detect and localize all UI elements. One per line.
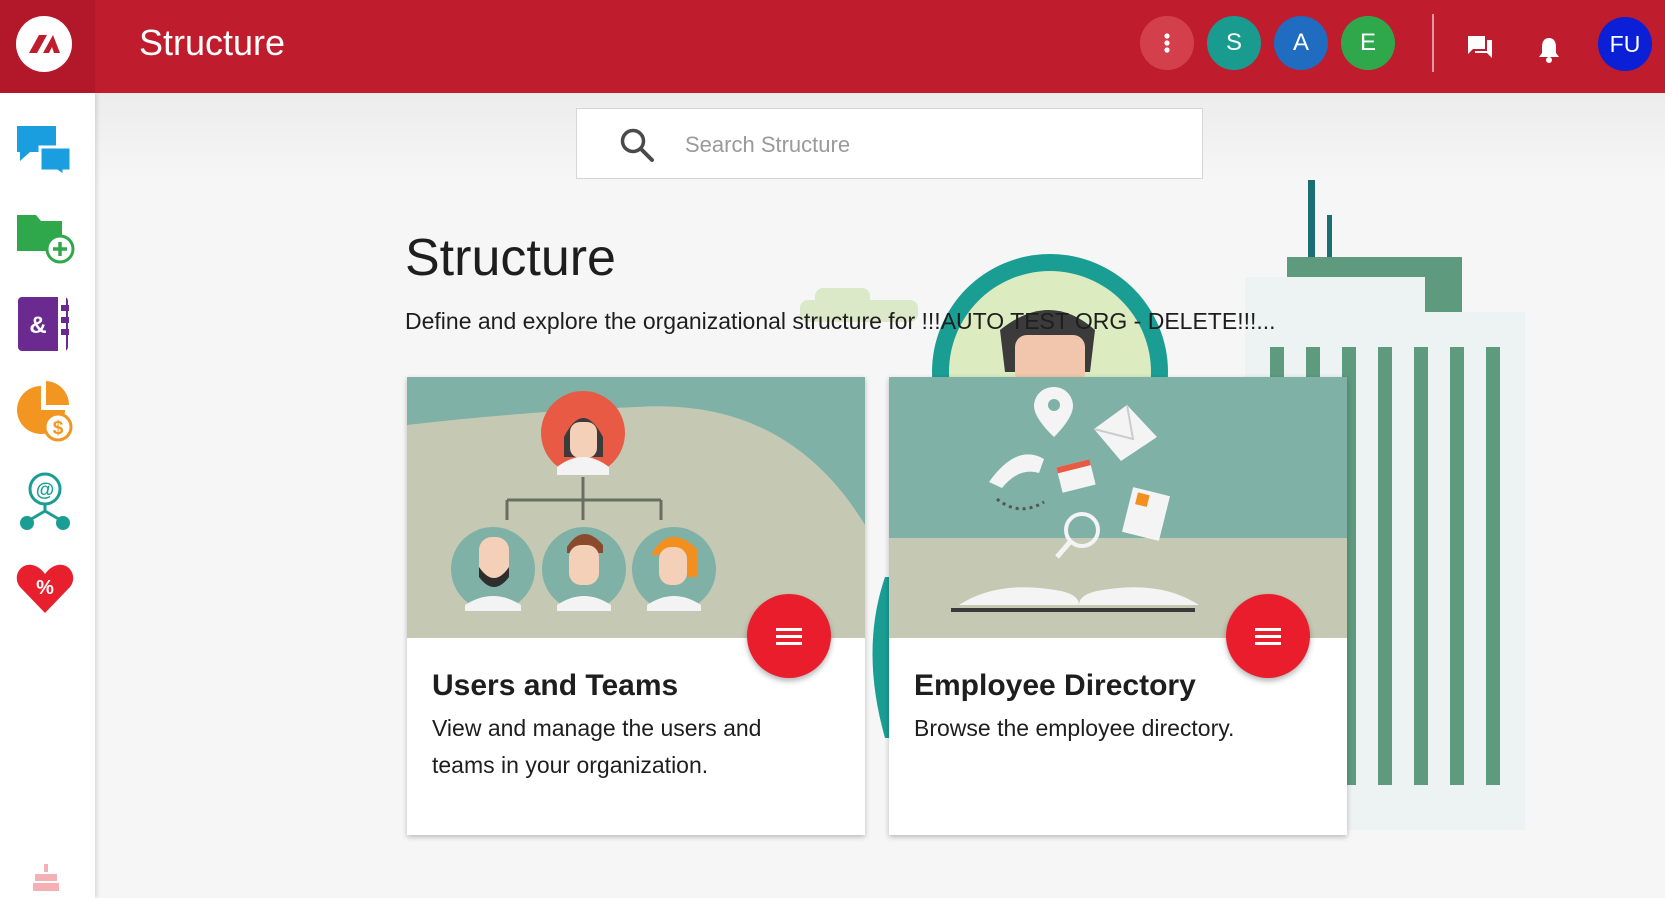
app-logo[interactable] (16, 16, 72, 72)
pie-dollar-icon: $ (17, 381, 73, 442)
sidebar-item-structure[interactable]: @ (14, 469, 76, 531)
page-title: Structure (139, 22, 286, 63)
cake-icon (33, 864, 59, 891)
folder-add-icon (17, 215, 75, 264)
messages-button[interactable] (1466, 34, 1494, 65)
card-description: Browse the employee directory. (914, 715, 1235, 741)
card-description: View and manage the users and teams in y… (432, 715, 762, 778)
chat-bubbles-icon (17, 126, 73, 179)
more-options-button[interactable] (1140, 16, 1194, 70)
card-title: Users and Teams (432, 669, 679, 702)
sidebar-item-benefits[interactable]: % (14, 557, 76, 619)
avatar-s[interactable]: S (1207, 16, 1261, 70)
menu-icon (776, 628, 802, 645)
menu-icon (1255, 628, 1281, 645)
sidebar-item-finance[interactable]: $ (14, 381, 76, 443)
header-divider (1432, 14, 1434, 72)
logo-area[interactable] (0, 0, 95, 93)
card-title: Employee Directory (914, 669, 1196, 702)
logo-mark-icon (29, 35, 60, 53)
sidebar-item-chat[interactable] (14, 116, 76, 179)
users-teams-menu-button[interactable] (747, 594, 831, 678)
svg-text:@: @ (36, 480, 55, 501)
employee-directory-menu-button[interactable] (1226, 594, 1310, 678)
svg-text:&: & (29, 312, 46, 339)
chat-icon (1468, 36, 1492, 58)
card-employee-directory[interactable]: Employee Directory Browse the employee d… (889, 377, 1347, 835)
section-subtitle: Define and explore the organizational st… (405, 308, 1276, 334)
more-vert-icon (1164, 33, 1170, 53)
svg-text:%: % (36, 577, 54, 599)
bell-icon (1539, 38, 1559, 63)
user-avatar[interactable]: FU (1598, 17, 1652, 71)
svg-text:$: $ (53, 418, 64, 439)
sidebar: & $ @ % (0, 93, 95, 898)
heart-percent-icon: % (16, 564, 74, 613)
search-input[interactable] (685, 127, 1165, 163)
network-at-icon: @ (20, 472, 70, 530)
sidebar-item-files[interactable] (14, 205, 76, 267)
search-icon (620, 128, 654, 162)
avatar-e[interactable]: E (1341, 16, 1395, 70)
card-users-and-teams[interactable]: Users and Teams View and manage the user… (407, 377, 865, 835)
top-app-bar: Structure S A E FU (0, 0, 1665, 93)
section-title: Structure (405, 229, 616, 287)
avatar-a[interactable]: A (1274, 16, 1328, 70)
notifications-button[interactable] (1537, 36, 1561, 69)
search-bar[interactable] (576, 108, 1203, 179)
ampersand-book-icon: & (18, 297, 69, 351)
sidebar-item-contacts[interactable]: & (14, 293, 76, 355)
